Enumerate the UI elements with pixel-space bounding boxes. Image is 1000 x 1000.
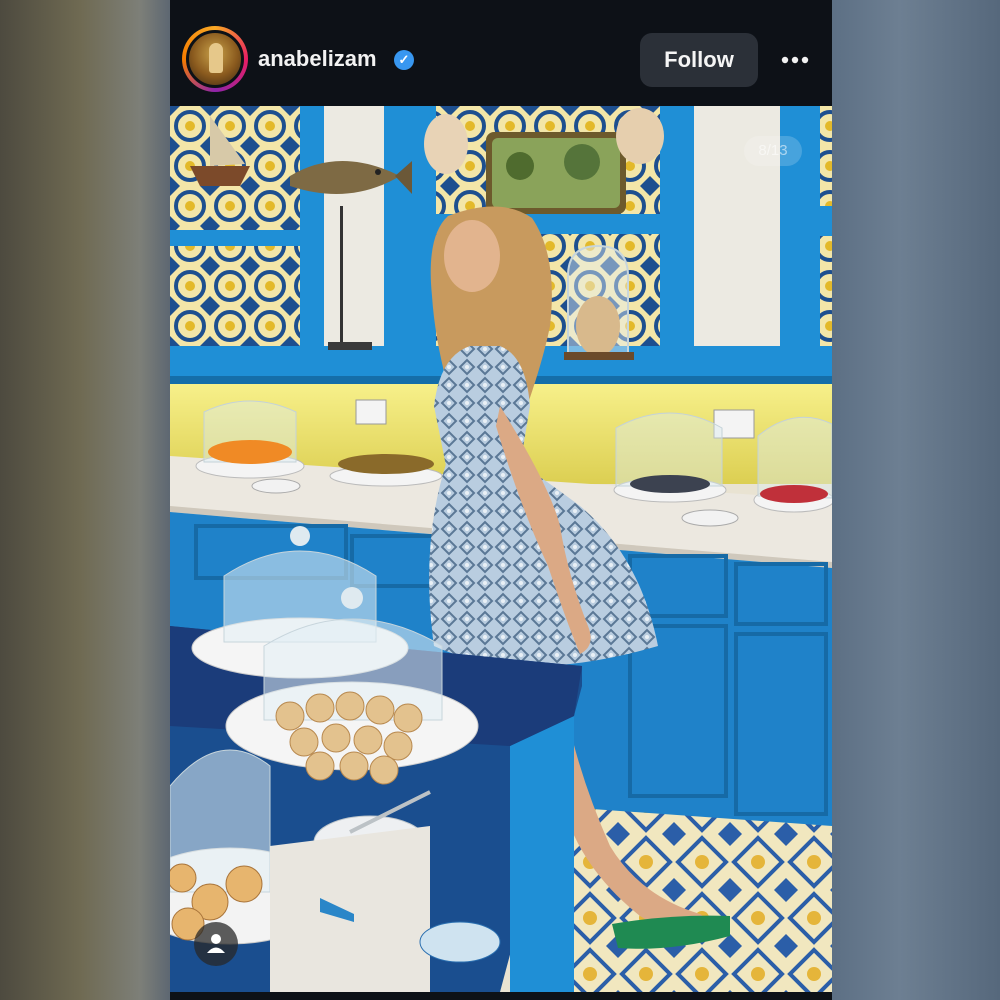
avatar-figure [209,43,223,73]
instagram-post: anabelizam ✓ Follow 8/13 [170,0,832,1000]
user-tag-icon[interactable] [194,922,238,966]
avatar[interactable] [186,30,244,88]
post-footer [170,992,832,1000]
image-counter: 8/13 [744,136,802,166]
person-icon [207,934,225,953]
follow-button[interactable]: Follow [640,33,758,87]
post-photo[interactable]: 8/13 [170,106,832,992]
more-horizontal-icon[interactable] [778,48,812,72]
avatar-story-ring[interactable] [182,26,248,92]
post-header: anabelizam ✓ Follow [170,0,832,106]
verified-badge-icon: ✓ [394,50,414,70]
photo-scene [170,106,832,992]
username[interactable]: anabelizam [258,46,377,72]
